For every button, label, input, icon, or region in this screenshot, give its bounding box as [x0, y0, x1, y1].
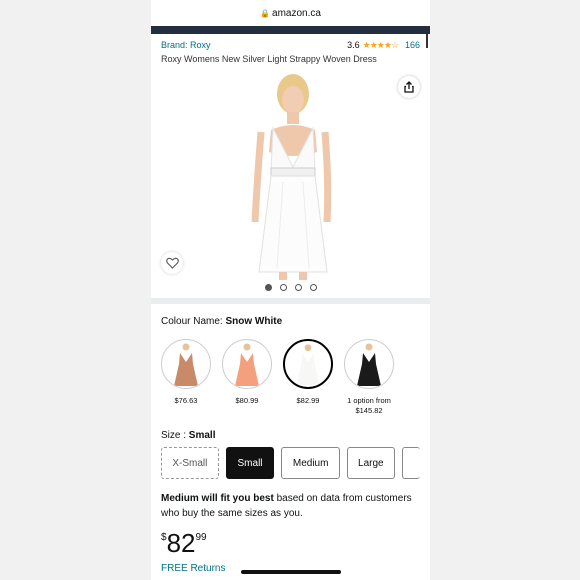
size-option-medium[interactable]: Medium	[281, 447, 340, 479]
fit-bold: Medium will fit you best	[161, 493, 274, 504]
price-whole: 82	[166, 528, 196, 558]
swatch-price: $80.99	[235, 396, 259, 405]
brand-link[interactable]: Brand: Roxy	[161, 40, 211, 50]
size-option-x-small[interactable]: X-Small	[161, 447, 219, 479]
image-pagination[interactable]	[151, 280, 430, 298]
rating-value: 3.6	[347, 40, 360, 50]
star-rating-icon: ★★★★☆	[362, 40, 399, 50]
scrollbar[interactable]	[426, 34, 428, 48]
size-label: Size : Small	[161, 430, 420, 441]
colour-swatch[interactable]: $80.99	[222, 339, 272, 416]
product-header: Brand: Roxy 3.6 ★★★★☆ 166 Roxy Womens New …	[151, 34, 430, 72]
colour-value: Snow White	[225, 316, 283, 327]
swatch-price-secondary: $145.82	[355, 406, 383, 415]
price: $ 82 99	[161, 529, 420, 557]
size-option-small[interactable]: Small	[225, 447, 275, 479]
pagination-dot[interactable]	[279, 284, 287, 291]
section-divider	[151, 298, 430, 304]
product-image[interactable]	[151, 72, 430, 280]
share-button[interactable]	[398, 76, 420, 98]
colour-label: Colour Name: Snow White	[161, 316, 420, 327]
heart-icon	[165, 257, 179, 269]
swatch-image	[283, 339, 333, 389]
colour-swatch[interactable]: $82.99	[283, 339, 333, 416]
home-indicator[interactable]	[241, 570, 341, 574]
review-count[interactable]: 166	[405, 40, 420, 50]
pagination-dot[interactable]	[309, 284, 317, 291]
swatch-image	[222, 339, 272, 389]
fit-recommendation: Medium will fit you best based on data f…	[161, 491, 420, 521]
swatch-image	[161, 339, 211, 389]
size-options: X-Small Small Medium Large	[161, 447, 420, 479]
pagination-dot[interactable]	[264, 284, 272, 291]
url-text: amazon.ca	[272, 8, 321, 19]
colour-swatches: $76.63 $80.99 $82.99 1 option from $145.82	[161, 339, 420, 416]
wishlist-button[interactable]	[161, 252, 183, 274]
swatch-image	[344, 339, 394, 389]
size-option-more[interactable]	[401, 447, 420, 479]
swatch-price: $76.63	[174, 396, 198, 405]
rating-summary[interactable]: 3.6 ★★★★☆ 166	[347, 40, 420, 51]
colour-swatch[interactable]: 1 option from $145.82	[344, 339, 394, 416]
variation-section: Colour Name: Snow White $76.63 $80.99 $82.…	[151, 316, 430, 574]
lock-icon: 🔒	[260, 9, 271, 18]
product-title: Roxy Womens New Silver Light Strappy Wov…	[161, 54, 377, 64]
product-page: 🔒 amazon.ca Brand: Roxy 3.6 ★★★★☆ 166 Roxy …	[151, 0, 430, 580]
size-value: Small	[188, 430, 216, 441]
share-icon	[404, 81, 414, 93]
price-fraction: 99	[195, 532, 207, 543]
colour-swatch[interactable]: $76.63	[161, 339, 211, 416]
pagination-dot[interactable]	[294, 284, 302, 291]
swatch-price: $82.99	[296, 396, 320, 405]
colour-label-text: Colour Name:	[161, 316, 223, 327]
size-option-large[interactable]: Large	[346, 447, 395, 479]
model-image	[251, 74, 332, 280]
url-bar[interactable]: 🔒 amazon.ca	[151, 0, 430, 26]
size-label-text: Size :	[161, 430, 187, 441]
swatch-price: 1 option from	[347, 396, 391, 405]
nav-strip	[151, 26, 430, 34]
